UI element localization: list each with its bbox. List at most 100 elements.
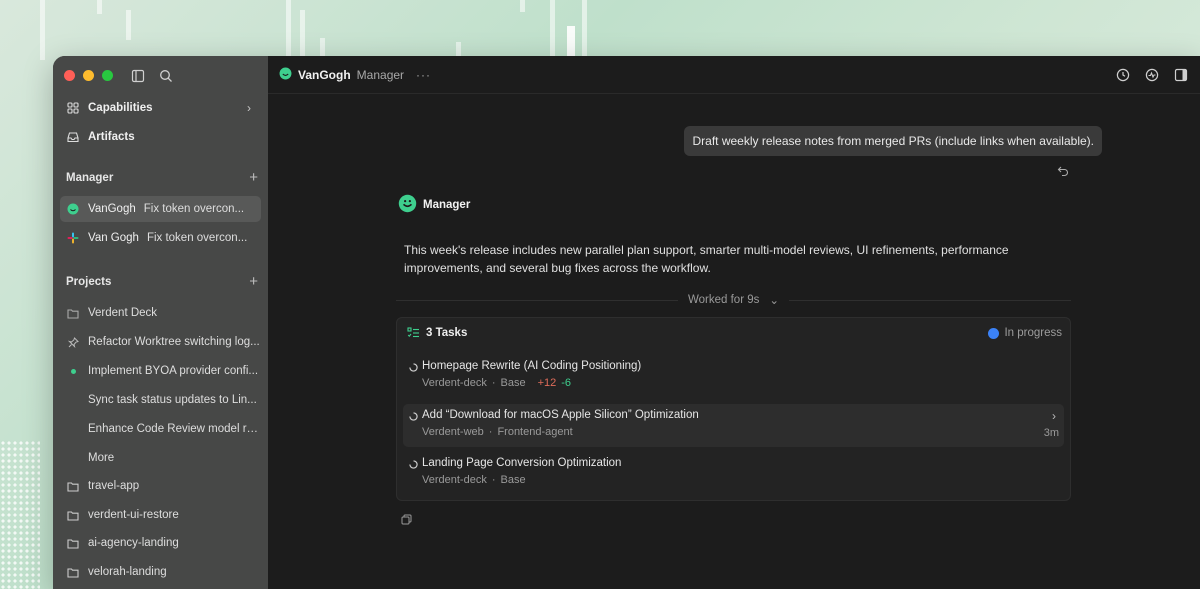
search-icon[interactable] xyxy=(159,69,173,83)
section-title: Manager xyxy=(66,171,114,184)
app-window: Capabilities › Artifacts Manager + VanGo… xyxy=(53,56,1200,589)
loading-spinner-icon xyxy=(409,412,418,421)
inbox-icon xyxy=(66,130,80,144)
project-label: Verdent Deck xyxy=(88,307,158,319)
undo-icon[interactable] xyxy=(1057,165,1069,177)
nav-label: Capabilities xyxy=(88,102,153,114)
add-manager-button[interactable]: + xyxy=(249,169,258,186)
tasks-card: 3 Tasks In progress Homepage Rewrite (AI… xyxy=(396,317,1071,501)
manager-section-header: Manager + xyxy=(66,169,258,186)
project-item[interactable]: travel-app xyxy=(60,473,261,499)
project-item[interactable]: Enhance Code Review model ro... xyxy=(60,416,261,442)
project-item[interactable]: Implement BYOA provider confi... xyxy=(60,358,261,384)
history-icon[interactable] xyxy=(1116,68,1130,82)
project-label: Sync task status updates to Lin... xyxy=(88,394,257,406)
chevron-down-icon: ⌄ xyxy=(769,295,780,307)
task-duration: 3m xyxy=(1043,427,1059,439)
project-item[interactable]: ai-agency-landing xyxy=(60,530,261,556)
task-list-icon xyxy=(407,327,419,338)
folder-icon xyxy=(66,306,80,320)
agent-name: VanGogh xyxy=(298,67,351,82)
task-meta: Verdent-web · Frontend-agent xyxy=(422,426,573,438)
assistant-header: Manager xyxy=(398,194,470,216)
nav-capabilities[interactable]: Capabilities › xyxy=(60,95,261,121)
project-label: verdent-ui-restore xyxy=(88,509,179,521)
task-meta: Verdent-deck · Base xyxy=(422,474,526,486)
project-item[interactable]: Refactor Worktree switching log... xyxy=(60,329,261,355)
task-item[interactable]: Add “Download for macOS Apple Silicon” O… xyxy=(403,404,1064,447)
tasks-count: 3 Tasks xyxy=(426,327,468,339)
header-actions xyxy=(1116,68,1188,82)
task-item[interactable]: Landing Page Conversion Optimization Ver… xyxy=(403,452,1064,495)
minimize-window-button[interactable] xyxy=(83,70,94,81)
lines-removed: -6 xyxy=(561,377,572,389)
tasks-header: 3 Tasks In progress xyxy=(407,327,1062,339)
more-label: More xyxy=(88,452,115,464)
user-message: Draft weekly release notes from merged P… xyxy=(684,126,1102,156)
chat-panel: VanGogh Manager ··· Draft weekly release… xyxy=(268,56,1200,589)
task-item[interactable]: Homepage Rewrite (AI Coding Positioning)… xyxy=(403,355,1064,398)
more-projects-button[interactable]: More xyxy=(60,445,261,471)
copy-icon[interactable] xyxy=(401,514,412,525)
manager-avatar-icon xyxy=(398,194,417,216)
folder-icon xyxy=(66,479,80,493)
more-options-button[interactable]: ··· xyxy=(416,68,431,82)
manager-item-task: Fix token overcon... xyxy=(143,203,245,215)
agent-avatar-icon xyxy=(66,202,80,216)
nav-artifacts[interactable]: Artifacts xyxy=(60,124,261,150)
activity-icon[interactable] xyxy=(1145,68,1159,82)
project-label: Enhance Code Review model ro... xyxy=(88,423,261,435)
task-branch: Base xyxy=(500,377,526,389)
background-dots xyxy=(0,440,40,589)
tasks-status: In progress xyxy=(1004,327,1062,339)
task-project: Verdent-deck xyxy=(422,474,487,486)
task-title: Landing Page Conversion Optimization xyxy=(422,457,622,469)
projects-section-header: Projects + xyxy=(66,273,258,290)
task-title: Homepage Rewrite (AI Coding Positioning) xyxy=(422,360,642,372)
nav-label: Artifacts xyxy=(88,131,135,143)
loading-spinner-icon xyxy=(409,363,418,372)
add-project-button[interactable]: + xyxy=(249,273,258,290)
project-item[interactable]: Sync task status updates to Lin... xyxy=(60,387,261,413)
manager-item-name: Van Gogh xyxy=(88,232,139,244)
worked-for-toggle[interactable]: Worked for 9s ⌄ xyxy=(396,293,1072,307)
agent-role: Manager xyxy=(356,67,405,82)
project-label: Refactor Worktree switching log... xyxy=(88,336,260,348)
worked-for-label: Worked for 9s xyxy=(688,294,760,306)
project-label: ai-agency-landing xyxy=(88,537,179,549)
grid-icon xyxy=(66,101,80,115)
in-progress-icon xyxy=(988,327,1000,339)
task-branch: Base xyxy=(500,474,526,486)
close-window-button[interactable] xyxy=(64,70,75,81)
chat-header: VanGogh Manager ··· xyxy=(268,56,1200,94)
maximize-window-button[interactable] xyxy=(102,70,113,81)
slack-icon xyxy=(66,231,80,245)
folder-icon xyxy=(66,508,80,522)
panel-right-icon[interactable] xyxy=(1174,68,1188,82)
chevron-right-icon: › xyxy=(247,101,251,115)
project-item[interactable]: velorah-landing xyxy=(60,559,261,585)
task-project: Verdent-web xyxy=(422,426,484,438)
project-item[interactable]: Verdent Deck xyxy=(60,300,261,326)
task-title: Add “Download for macOS Apple Silicon” O… xyxy=(422,409,699,421)
loading-spinner-icon xyxy=(409,460,418,469)
lines-added: +12 xyxy=(537,377,557,389)
agent-avatar-icon xyxy=(279,67,292,83)
sidebar-toggle-icon[interactable] xyxy=(131,69,145,83)
section-title: Projects xyxy=(66,275,112,288)
task-project: Verdent-deck xyxy=(422,377,487,389)
assistant-name: Manager xyxy=(423,199,471,211)
manager-item-vangogh[interactable]: VanGogh Fix token overcon... xyxy=(60,196,261,222)
window-controls xyxy=(64,70,113,81)
project-label: Implement BYOA provider confi... xyxy=(88,365,259,377)
folder-icon xyxy=(66,536,80,550)
project-item[interactable]: verdent-ui-restore xyxy=(60,502,261,528)
project-label: travel-app xyxy=(88,480,140,492)
status-dot-icon xyxy=(66,364,80,378)
assistant-answer: This week's release includes new paralle… xyxy=(404,243,1009,275)
manager-item-name: VanGogh xyxy=(88,203,136,215)
task-meta: Verdent-deck · Base +12 -6 xyxy=(422,377,572,389)
folder-icon xyxy=(66,565,80,579)
manager-item-van-gogh[interactable]: Van Gogh Fix token overcon... xyxy=(60,225,261,251)
project-label: velorah-landing xyxy=(88,566,167,578)
